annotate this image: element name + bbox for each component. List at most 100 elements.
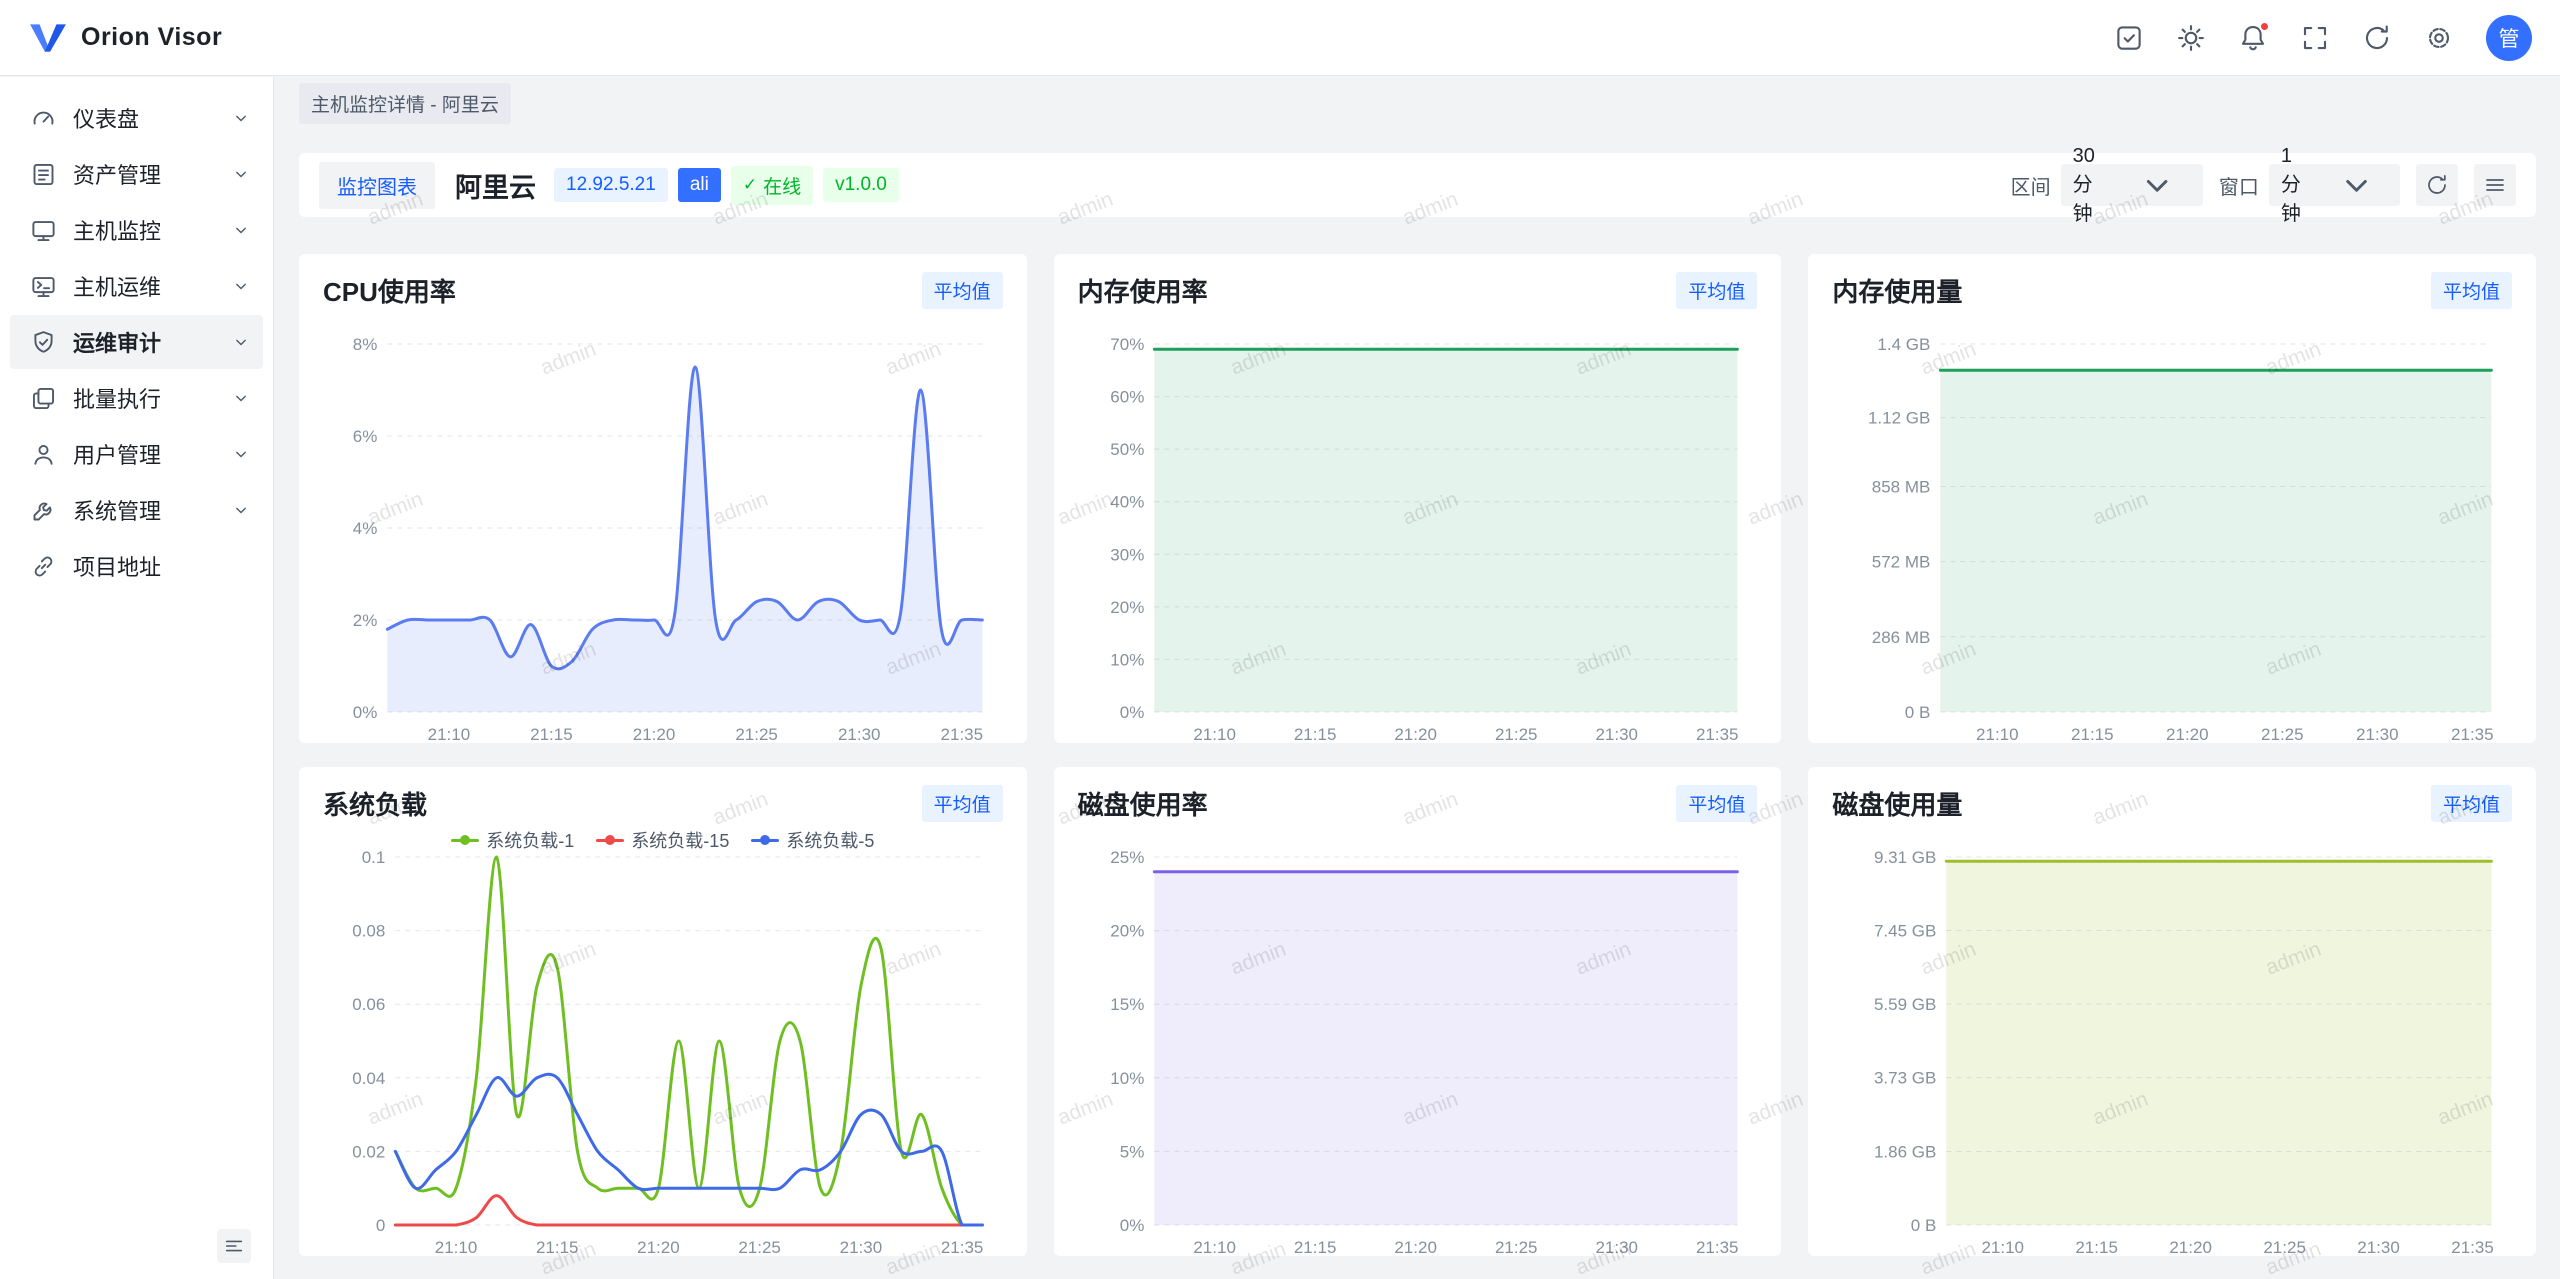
chevron-down-icon: [231, 444, 251, 464]
monitor-chart-tab[interactable]: 监控图表: [319, 162, 435, 209]
sidebar-item-系统管理[interactable]: 系统管理: [10, 483, 263, 537]
svg-text:6%: 6%: [353, 427, 378, 446]
refresh-icon[interactable]: [2362, 23, 2392, 53]
svg-text:21:30: 21:30: [1595, 1238, 1638, 1256]
system-icon: [30, 497, 57, 524]
legend-item-系统负载-15[interactable]: 系统负载-15: [596, 827, 729, 853]
svg-text:21:10: 21:10: [1982, 1238, 2025, 1256]
chart-title: 磁盘使用率: [1078, 785, 1208, 822]
logo-icon: [28, 20, 68, 56]
host-tag: ali: [678, 168, 721, 202]
legend-item-系统负载-5[interactable]: 系统负载-5: [751, 827, 874, 853]
svg-text:21:30: 21:30: [838, 725, 881, 743]
chart-plot[interactable]: 0 B286 MB572 MB858 MB1.12 GB1.4 GB21:102…: [1832, 318, 2512, 743]
sidebar-item-主机运维[interactable]: 主机运维: [10, 259, 263, 313]
user-avatar[interactable]: 管: [2486, 15, 2532, 61]
window-value: 1分钟: [2281, 145, 2311, 226]
chart-plot[interactable]: 0%10%20%30%40%50%60%70%21:1021:1521:2021…: [1078, 318, 1758, 743]
sidebar-item-label: 仪表盘: [73, 102, 215, 134]
svg-text:9.31 GB: 9.31 GB: [1874, 848, 1936, 867]
svg-text:21:25: 21:25: [738, 1238, 781, 1256]
chart-plot[interactable]: 0%2%4%6%8%21:1021:1521:2021:2521:3021:35: [323, 318, 1003, 743]
legend-marker-icon: [751, 835, 779, 845]
sidebar-item-资产管理[interactable]: 资产管理: [10, 147, 263, 201]
sidebar: 仪表盘资产管理主机监控主机运维运维审计批量执行用户管理系统管理项目地址: [0, 77, 274, 1279]
sidebar-item-仪表盘[interactable]: 仪表盘: [10, 91, 263, 145]
svg-text:70%: 70%: [1110, 335, 1144, 354]
svg-text:0.04: 0.04: [352, 1069, 385, 1088]
window-select[interactable]: 1分钟: [2269, 164, 2400, 206]
sidebar-item-label: 项目地址: [73, 550, 251, 582]
chevron-down-icon: [231, 500, 251, 520]
main-content: 主机监控详情 - 阿里云 监控图表 阿里云 12.92.5.21ali✓在线v1…: [275, 77, 2560, 1279]
svg-text:20%: 20%: [1110, 598, 1144, 617]
sidebar-item-主机监控[interactable]: 主机监控: [10, 203, 263, 257]
svg-text:21:25: 21:25: [1495, 725, 1538, 743]
dashboard-icon: [30, 105, 57, 132]
interval-select[interactable]: 30分钟: [2061, 164, 2203, 206]
theme-sun-icon[interactable]: [2176, 23, 2206, 53]
legend-marker-icon: [596, 835, 624, 845]
host-tag: 12.92.5.21: [554, 168, 668, 202]
svg-text:21:30: 21:30: [1595, 725, 1638, 743]
svg-text:21:35: 21:35: [1696, 1238, 1739, 1256]
settings-gear-icon[interactable]: [2424, 23, 2454, 53]
chart-title: CPU使用率: [323, 272, 456, 309]
chart-plot[interactable]: 0 B1.86 GB3.73 GB5.59 GB7.45 GB9.31 GB21…: [1832, 831, 2512, 1256]
charts-grid: CPU使用率平均值0%2%4%6%8%21:1021:1521:2021:252…: [299, 254, 2536, 1279]
svg-text:5%: 5%: [1119, 1142, 1144, 1161]
refresh-icon: [2425, 173, 2449, 197]
host-tags: 12.92.5.21ali✓在线v1.0.0: [554, 166, 899, 205]
svg-text:0%: 0%: [353, 703, 378, 722]
host-name: 阿里云: [455, 166, 536, 205]
svg-text:0%: 0%: [1119, 1216, 1144, 1235]
average-badge: 平均值: [922, 272, 1003, 309]
average-badge: 平均值: [2431, 785, 2512, 822]
link-icon: [30, 553, 57, 580]
chart-plot[interactable]: 00.020.040.060.080.121:1021:1521:2021:25…: [323, 831, 1003, 1256]
task-check-icon[interactable]: [2114, 23, 2144, 53]
collapse-menu-icon: [223, 1235, 245, 1257]
svg-text:21:10: 21:10: [1193, 725, 1236, 743]
svg-text:21:25: 21:25: [1495, 1238, 1538, 1256]
svg-text:21:35: 21:35: [2451, 725, 2494, 743]
sidebar-item-批量执行[interactable]: 批量执行: [10, 371, 263, 425]
check-icon: ✓: [743, 175, 757, 195]
sidebar-item-label: 主机监控: [73, 214, 215, 246]
fullscreen-icon[interactable]: [2300, 23, 2330, 53]
svg-text:0%: 0%: [1119, 703, 1144, 722]
chevron-down-icon: [231, 276, 251, 296]
svg-text:858 MB: 858 MB: [1872, 478, 1931, 497]
svg-text:0.08: 0.08: [352, 922, 385, 941]
chart-title: 内存使用率: [1078, 272, 1208, 309]
app-logo[interactable]: Orion Visor: [28, 20, 222, 56]
svg-text:21:35: 21:35: [941, 725, 984, 743]
sidebar-item-用户管理[interactable]: 用户管理: [10, 427, 263, 481]
legend-item-系统负载-1[interactable]: 系统负载-1: [451, 827, 574, 853]
svg-text:21:10: 21:10: [1976, 725, 2019, 743]
svg-text:21:10: 21:10: [435, 1238, 478, 1256]
svg-text:5.59 GB: 5.59 GB: [1874, 995, 1936, 1014]
host-monitor-icon: [30, 217, 57, 244]
breadcrumb: 主机监控详情 - 阿里云: [299, 83, 2560, 124]
sidebar-item-项目地址[interactable]: 项目地址: [10, 539, 263, 593]
batch-exec-icon: [30, 385, 57, 412]
average-badge: 平均值: [1676, 272, 1757, 309]
collapse-sidebar-button[interactable]: [217, 1229, 251, 1263]
host-header-card: 监控图表 阿里云 12.92.5.21ali✓在线v1.0.0 区间 30分钟 …: [299, 153, 2536, 217]
refresh-charts-button[interactable]: [2416, 164, 2458, 206]
svg-text:3.73 GB: 3.73 GB: [1874, 1069, 1936, 1088]
topbar: Orion Visor 管: [0, 0, 2560, 76]
svg-text:21:10: 21:10: [428, 725, 471, 743]
chart-plot[interactable]: 0%5%10%15%20%25%21:1021:1521:2021:2521:3…: [1078, 831, 1758, 1256]
chart-config-button[interactable]: [2474, 164, 2516, 206]
notification-bell-icon[interactable]: [2238, 23, 2268, 53]
sidebar-item-运维审计[interactable]: 运维审计: [10, 315, 263, 369]
svg-text:15%: 15%: [1110, 995, 1144, 1014]
interval-value: 30分钟: [2073, 145, 2109, 226]
chart-title: 磁盘使用量: [1832, 785, 1962, 822]
breadcrumb-item[interactable]: 主机监控详情 - 阿里云: [299, 83, 511, 124]
chart-card-4: 系统负载平均值系统负载-1系统负载-15系统负载-500.020.040.060…: [299, 767, 1027, 1256]
topbar-actions: 管: [2114, 15, 2532, 61]
sidebar-menu: 仪表盘资产管理主机监控主机运维运维审计批量执行用户管理系统管理项目地址: [0, 77, 273, 593]
